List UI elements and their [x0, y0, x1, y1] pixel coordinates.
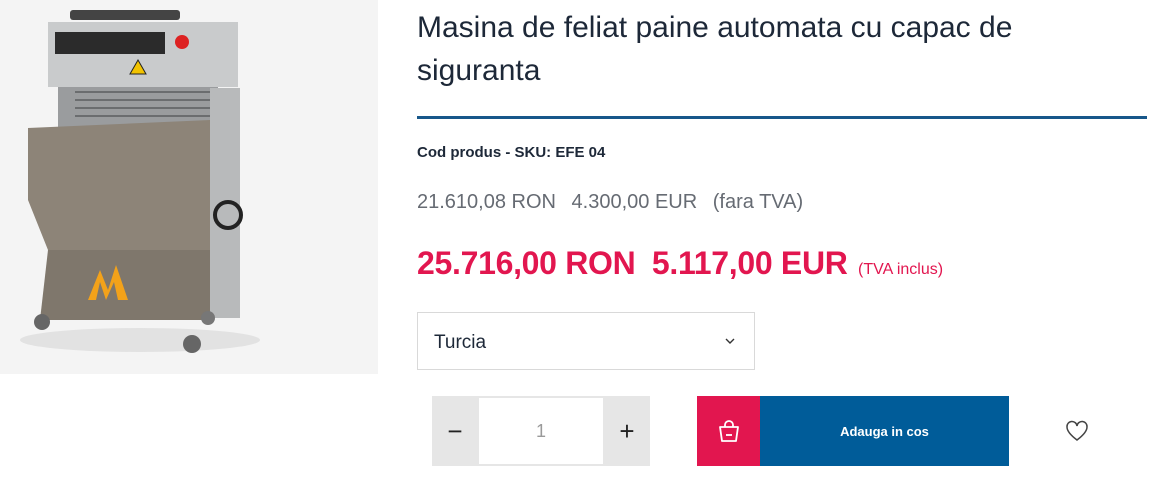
quantity-decrease-button[interactable]: − [432, 396, 478, 466]
gross-price-note: (TVA inclus) [858, 261, 944, 278]
net-price-note: (fara TVA) [712, 191, 804, 213]
title-divider [417, 116, 1147, 119]
quantity-input[interactable] [479, 398, 603, 464]
quantity-increase-button[interactable]: + [604, 396, 650, 466]
country-select[interactable]: Turcia [417, 312, 755, 370]
heart-icon[interactable] [1065, 420, 1089, 442]
product-image[interactable] [0, 0, 378, 374]
quantity-stepper: − + [432, 396, 650, 466]
gross-price-ron: 25.716,00 RON [417, 245, 636, 281]
country-select-value: Turcia [434, 332, 487, 353]
add-to-cart-label: Adauga in cos [840, 423, 929, 439]
add-to-cart-button[interactable]: Adauga in cos [697, 396, 1009, 466]
chevron-down-icon [725, 338, 735, 344]
gross-price: 25.716,00 RON 5.117,00 EUR (TVA inclus) [417, 245, 943, 282]
add-to-cart-label-area: Adauga in cos [760, 396, 1009, 466]
net-price: 21.610,08 RON 4.300,00 EUR (fara TVA) [417, 191, 813, 214]
product-title: Masina de feliat paine automata cu capac… [417, 11, 1013, 87]
shopping-bag-icon [697, 396, 760, 466]
gross-price-eur: 5.117,00 EUR [651, 245, 848, 281]
product-sku: Cod produs - SKU: EFE 04 [417, 144, 606, 161]
net-price-eur: 4.300,00 EUR [571, 191, 698, 213]
net-price-ron: 21.610,08 RON [417, 191, 556, 213]
